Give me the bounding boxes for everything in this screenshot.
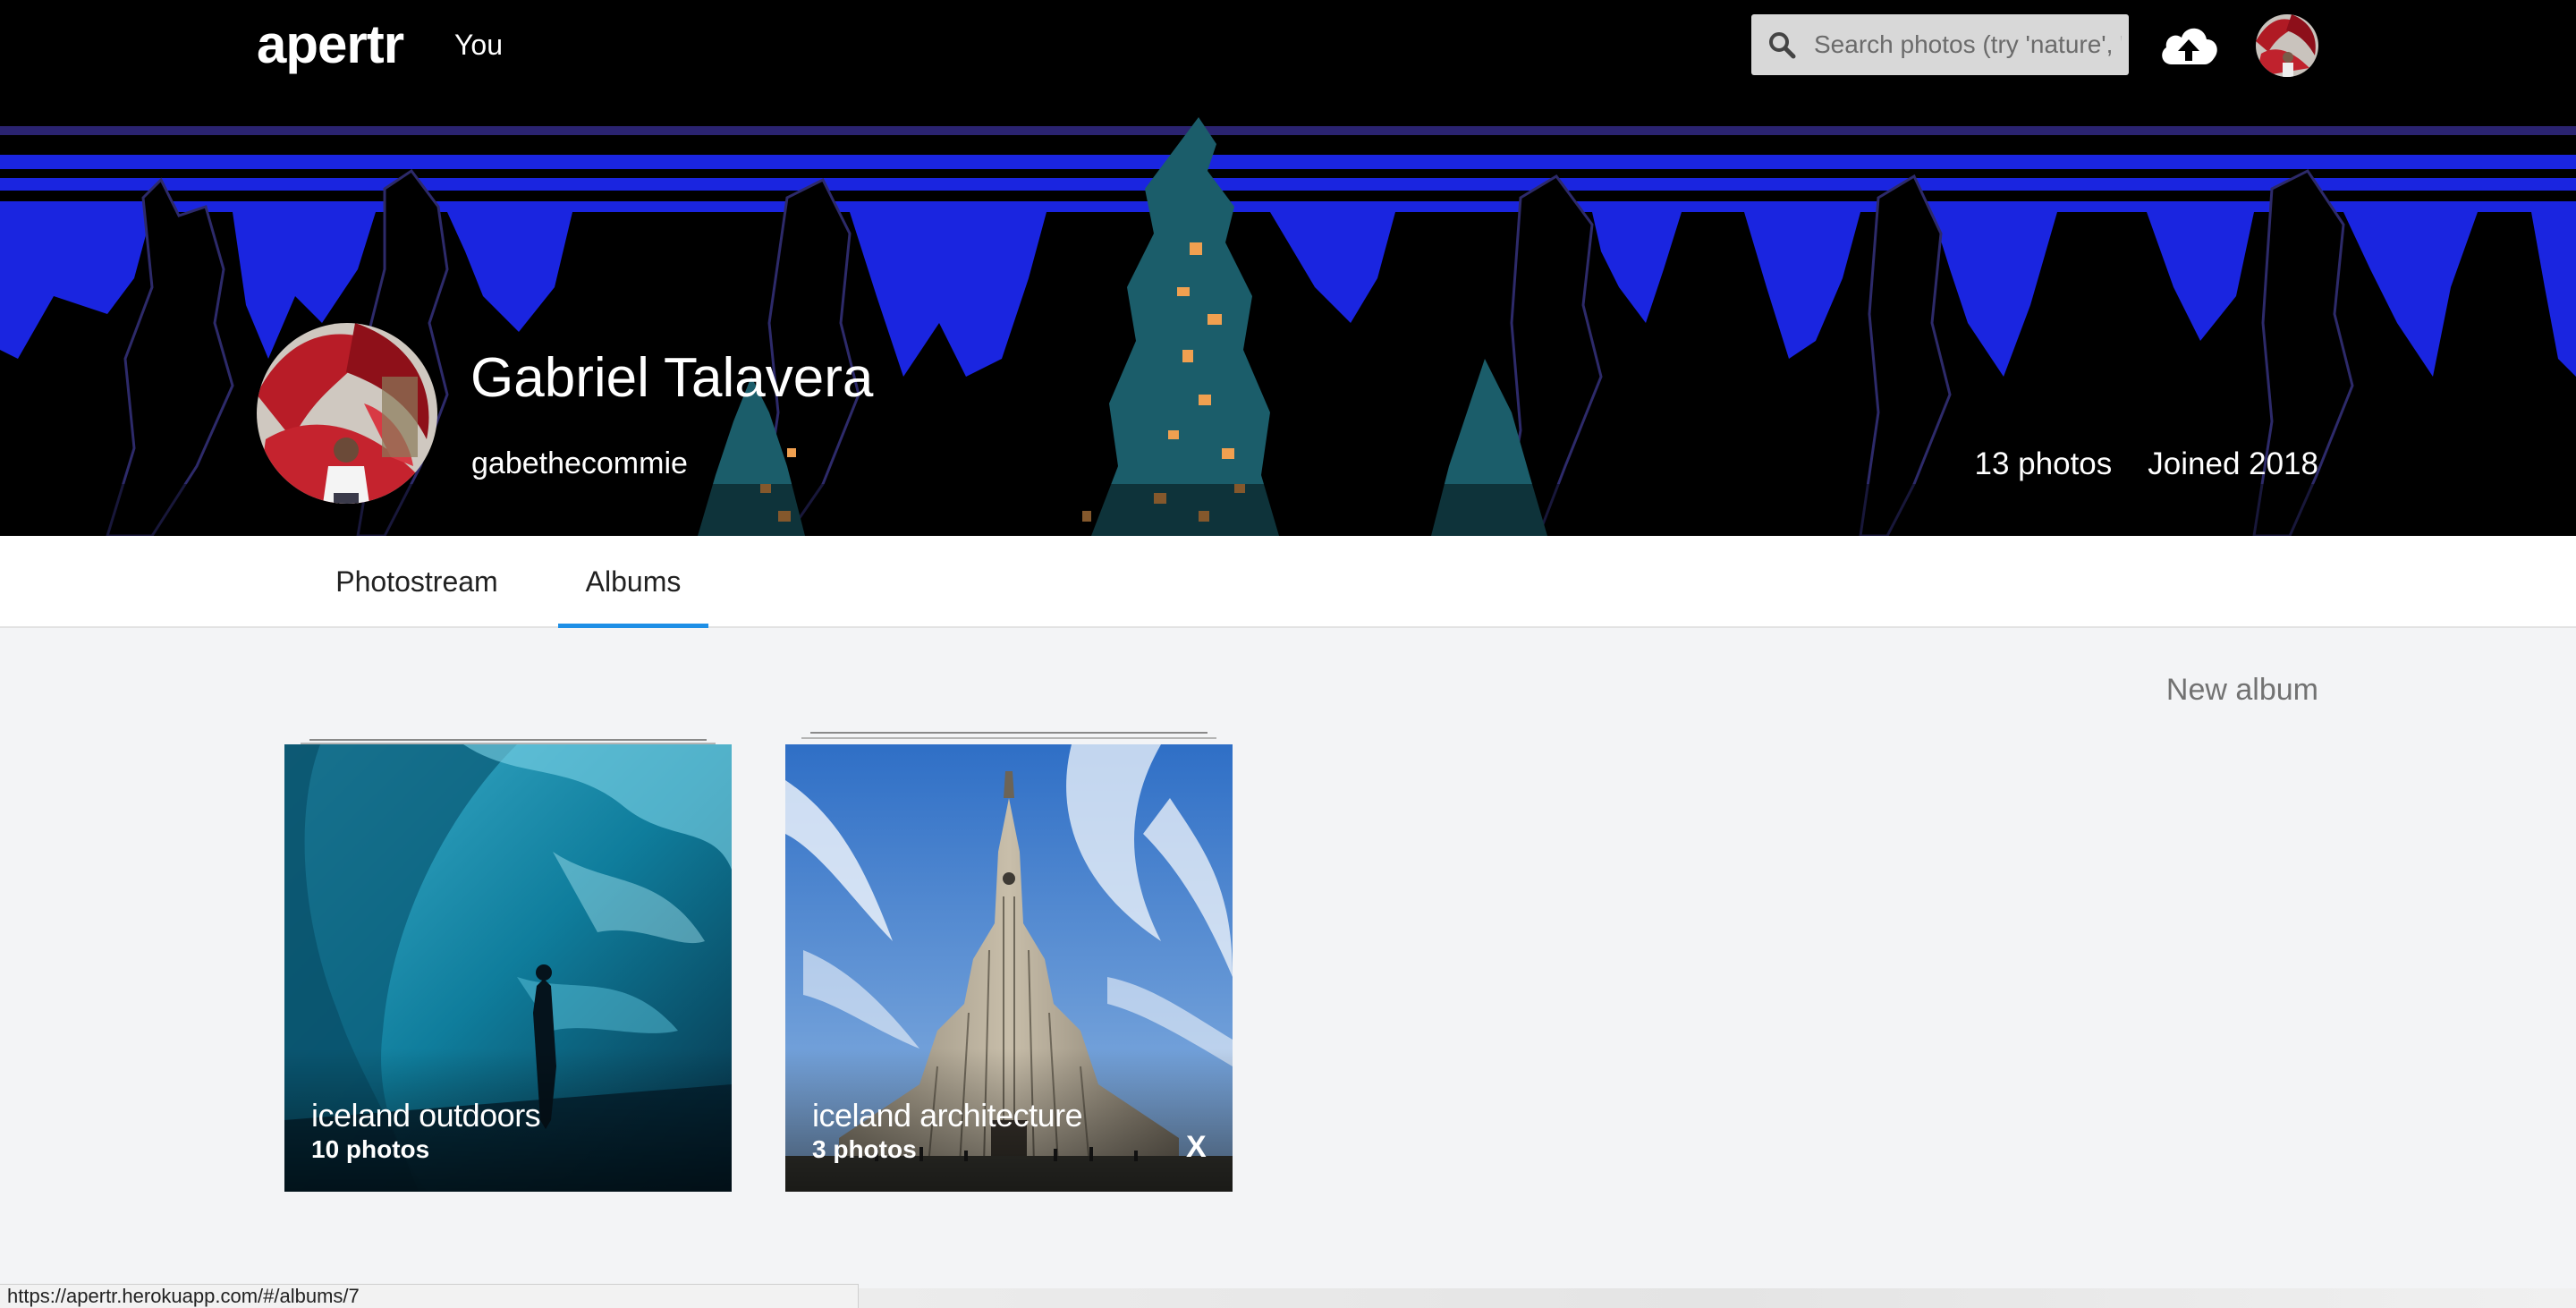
album-title: iceland outdoors [311,1097,541,1134]
profile-tabs: Photostream Albums [0,536,2576,628]
photo-count: 13 photos [1974,446,2113,481]
profile-name: Gabriel Talavera [470,347,874,409]
browser-status-url: https://apertr.herokuapp.com/#/albums/7 [0,1284,859,1308]
album-card[interactable]: iceland outdoors 10 photos [284,739,732,1192]
search-box[interactable] [1751,14,2129,75]
tab-albums[interactable]: Albums [558,536,708,628]
delete-album-button[interactable]: X [1186,1129,1207,1165]
album-stack-edge [309,739,707,741]
album-photo-count: 10 photos [311,1135,430,1163]
top-navigation-bar: apertr You [0,0,2576,90]
album-card[interactable]: iceland architecture 3 photos X [785,732,1233,1192]
profile-username: gabethecommie [471,446,688,480]
album-title: iceland architecture [812,1097,1083,1134]
album-stack-edge [810,732,1208,734]
profile-stats: 13 photos Joined 2018 [1975,446,2318,483]
new-album-button[interactable]: New album [2166,671,2318,709]
joined-date: Joined 2018 [2148,446,2318,481]
album-stack-edge [801,737,1216,739]
profile-avatar [257,323,437,504]
search-input[interactable] [1814,14,2122,75]
album-photo-count: 3 photos [812,1135,917,1163]
you-nav-link[interactable]: You [454,27,503,63]
tab-photostream[interactable]: Photostream [318,536,516,628]
apertr-logo[interactable]: apertr [257,13,404,77]
search-icon [1769,32,1796,59]
cloud-upload-icon[interactable] [2157,20,2220,70]
user-avatar-icon[interactable] [2256,14,2318,77]
profile-banner: Gabriel Talavera gabethecommie 13 photos… [0,90,2576,536]
bottom-edge-shadow [859,1288,2576,1308]
